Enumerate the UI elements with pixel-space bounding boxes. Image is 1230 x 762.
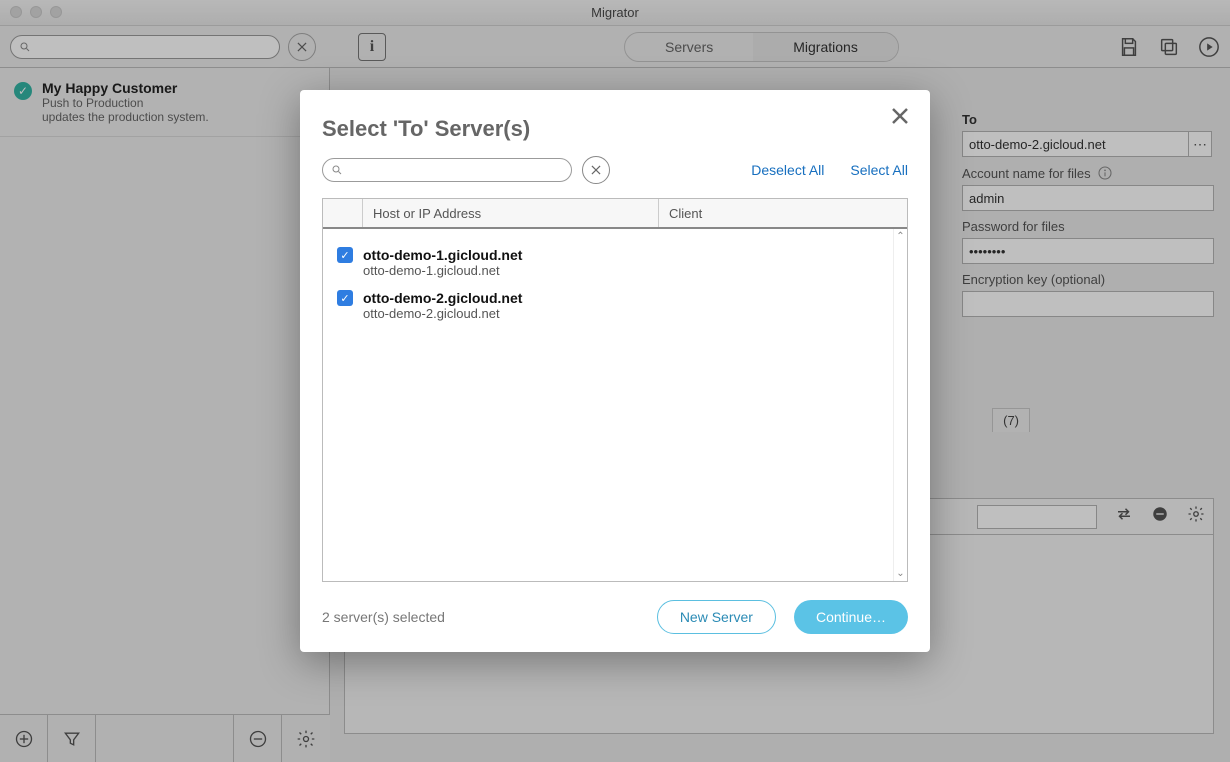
server-sub: otto-demo-1.gicloud.net [363,263,522,278]
dialog-title: Select 'To' Server(s) [322,116,908,142]
modal-overlay: Select 'To' Server(s) Deselect All Selec… [0,0,1230,762]
continue-button[interactable]: Continue… [794,600,908,634]
col-client[interactable]: Client [659,199,907,227]
app-window: Migrator i Servers Migrations ✓ [0,0,1230,762]
selection-status: 2 server(s) selected [322,609,445,625]
col-host[interactable]: Host or IP Address [363,199,659,227]
select-to-servers-dialog: Select 'To' Server(s) Deselect All Selec… [300,90,930,652]
server-row[interactable]: ✓ otto-demo-1.gicloud.net otto-demo-1.gi… [327,241,889,284]
search-icon [331,164,343,176]
close-icon [888,104,912,128]
dialog-clear-search[interactable] [582,156,610,184]
scroll-up-icon: ⌃ [896,231,904,242]
dialog-search[interactable] [322,158,572,182]
col-check [323,199,363,227]
checkbox-checked-icon[interactable]: ✓ [337,290,353,306]
grid-scrollbar[interactable]: ⌃ ⌄ [893,229,907,581]
scroll-down-icon: ⌄ [896,568,904,579]
select-all-link[interactable]: Select All [850,162,908,178]
close-icon [589,163,603,177]
server-sub: otto-demo-2.gicloud.net [363,306,522,321]
new-server-button[interactable]: New Server [657,600,776,634]
grid-body: ✓ otto-demo-1.gicloud.net otto-demo-1.gi… [323,229,893,581]
server-name: otto-demo-2.gicloud.net [363,290,522,306]
server-grid: Host or IP Address Client ✓ otto-demo-1.… [322,198,908,582]
deselect-all-link[interactable]: Deselect All [751,162,824,178]
checkbox-checked-icon[interactable]: ✓ [337,247,353,263]
server-row[interactable]: ✓ otto-demo-2.gicloud.net otto-demo-2.gi… [327,284,889,327]
close-button[interactable] [888,104,912,133]
grid-header: Host or IP Address Client [323,199,907,229]
server-name: otto-demo-1.gicloud.net [363,247,522,263]
